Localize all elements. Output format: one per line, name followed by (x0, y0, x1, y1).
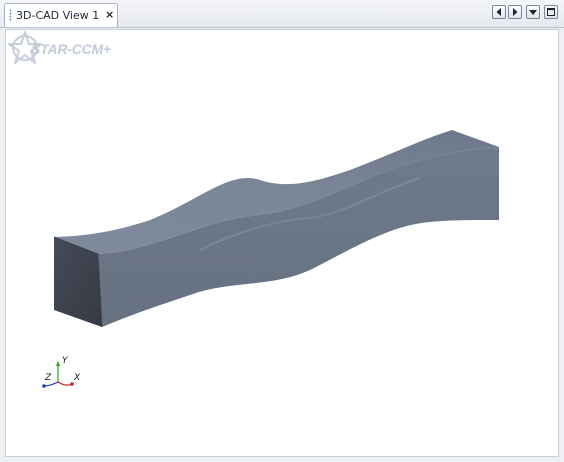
tab-close-button[interactable]: × (105, 8, 114, 21)
twisted-duct-model[interactable] (50, 100, 550, 340)
next-view-button[interactable] (508, 5, 522, 19)
view-menu-button[interactable] (526, 5, 540, 19)
cad-view-window: 3D-CAD View 1 × STAR-CCM+ Y Z X (0, 0, 564, 462)
maximize-button[interactable] (544, 5, 558, 19)
axis-y-label: Y (62, 356, 68, 366)
arrow-right-icon (513, 8, 518, 16)
arrow-left-icon (496, 8, 501, 16)
previous-view-button[interactable] (492, 5, 506, 19)
tab-grip-icon (9, 9, 12, 22)
star-ccm-logo: STAR-CCM+ (7, 28, 129, 68)
axis-z-label: Z (45, 373, 52, 383)
axis-x-label: X (74, 373, 81, 383)
tab-bar: 3D-CAD View 1 × (0, 0, 564, 28)
logo-text: STAR-CCM+ (31, 41, 111, 57)
coordinate-triad: Y Z X (36, 356, 82, 396)
tab-3d-cad-view-1[interactable]: 3D-CAD View 1 × (4, 3, 118, 27)
dropdown-menu-icon (529, 10, 537, 15)
tab-title: 3D-CAD View 1 (16, 9, 100, 22)
maximize-icon (547, 8, 555, 16)
